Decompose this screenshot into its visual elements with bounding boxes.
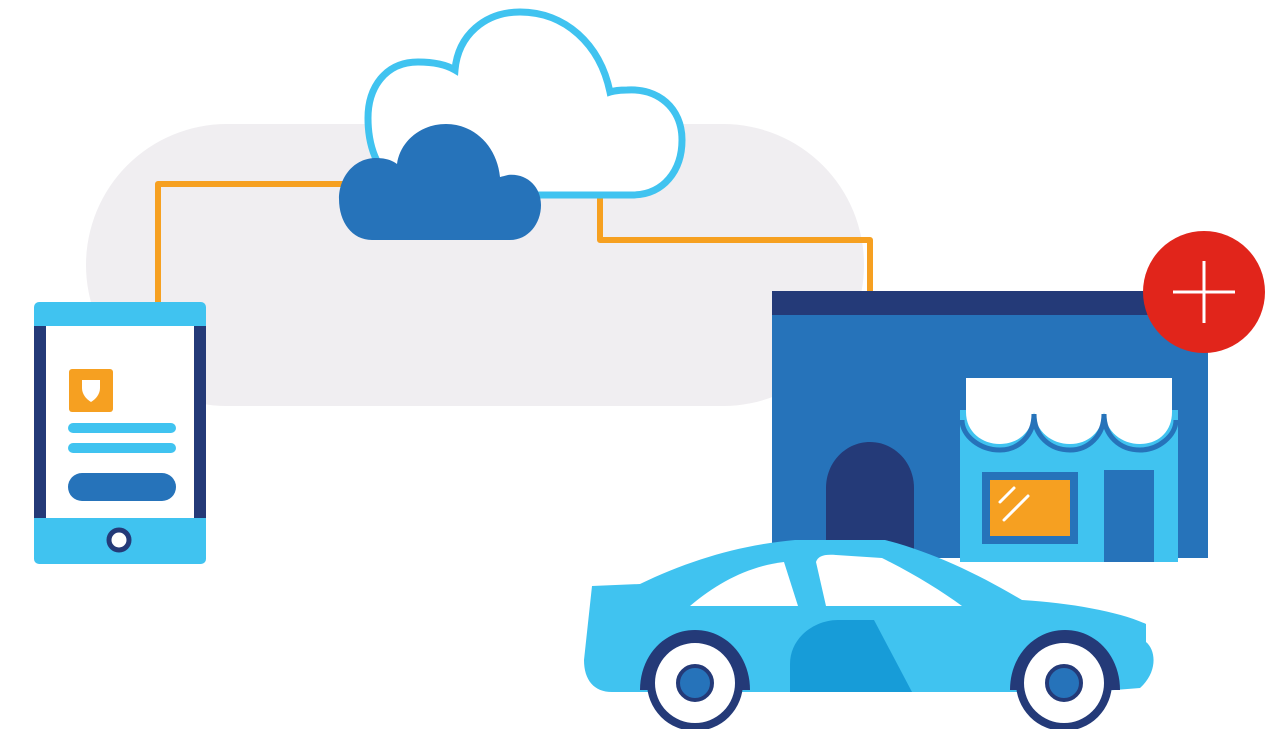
screen-text-line-2 — [68, 443, 176, 453]
store-roof — [772, 291, 1208, 315]
smartphone-icon — [34, 302, 206, 564]
rear-wheel — [647, 635, 743, 729]
front-wheel — [1016, 635, 1112, 729]
storefront-icon — [772, 291, 1208, 562]
home-button — [106, 527, 132, 553]
front-wheel-hub — [1045, 664, 1083, 702]
shop-window — [990, 480, 1070, 536]
rear-wheel-hub — [676, 664, 714, 702]
screen-action-button — [68, 473, 176, 501]
add-badge — [1143, 231, 1265, 353]
connected-services-illustration — [34, 8, 1265, 729]
shop-awning — [966, 378, 1172, 444]
shop-door — [1104, 470, 1154, 562]
car-icon — [584, 540, 1154, 729]
illustration-canvas — [0, 0, 1288, 729]
screen-text-line-1 — [68, 423, 176, 433]
